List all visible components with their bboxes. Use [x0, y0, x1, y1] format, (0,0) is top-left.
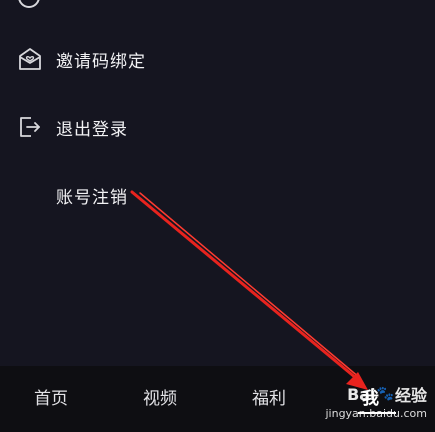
baidu-jingyan-watermark: Bai 🐾 经验 jingyan.baidu.com: [325, 382, 427, 421]
watermark-logo-right: 经验: [394, 386, 427, 405]
paw-icon: 🐾: [376, 386, 394, 402]
settings-screen: 邀请码绑定 退出登录 账号注销 首页 视频 福利 我 Bai 🐾 经验 jing…: [0, 0, 435, 432]
watermark-logo-left: Bai: [347, 384, 376, 404]
watermark-url: jingyan.baidu.com: [325, 407, 427, 420]
watermark-logo: Bai 🐾 经验: [347, 382, 427, 406]
annotation-arrow: [130, 190, 368, 390]
